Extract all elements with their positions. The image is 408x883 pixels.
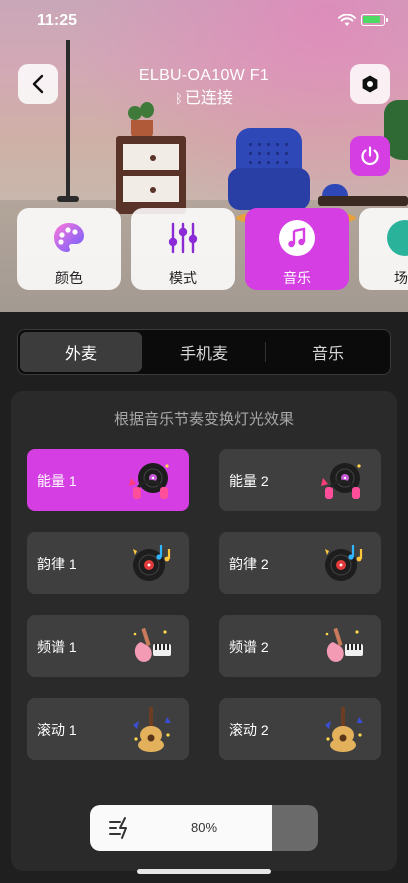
cabinet [116, 136, 186, 214]
hexagon-settings-icon [362, 75, 378, 93]
effect-label: 频谱 1 [37, 639, 77, 655]
ukulele-icon [133, 707, 171, 752]
floor-lamp [66, 40, 70, 200]
guitar-keyboard-icon [325, 628, 363, 662]
scene-icon [387, 220, 408, 256]
effect-label: 能量 2 [229, 473, 269, 489]
vinyl-notes-icon [133, 545, 171, 581]
vinyl-headphones-icon [321, 463, 361, 499]
effect-label: 频谱 2 [229, 639, 269, 655]
home-indicator[interactable] [137, 869, 271, 874]
vinyl-notes-icon [325, 545, 363, 581]
guitar-keyboard-icon [133, 628, 171, 662]
effects-description: 根据音乐节奏变换灯光效果 [113, 411, 294, 428]
wifi-icon [338, 14, 356, 26]
tab-color[interactable]: 颜色 [17, 208, 121, 290]
battery-icon [361, 14, 388, 26]
bluetooth-icon: ᛒ [175, 91, 183, 106]
power-button[interactable] [350, 136, 390, 176]
armchair-seat [228, 168, 310, 210]
power-icon [361, 146, 379, 166]
cabinet-drawer [121, 142, 181, 172]
effect-energy-1[interactable]: 能量 1 [27, 449, 189, 511]
tab-phone-mic[interactable]: 手机麦 [143, 332, 265, 372]
mic-source-tabs: 外麦 手机麦 音乐 [17, 329, 391, 375]
device-name: ELBU-OA10W F1 [138, 67, 270, 84]
effect-rhythm-2[interactable]: 韵律 2 [219, 532, 381, 594]
tab-scene-label: 场 [394, 270, 408, 286]
battery-level [363, 16, 380, 23]
effect-label: 能量 1 [37, 473, 77, 489]
connection-status: ᛒ 已连接 [0, 84, 408, 108]
side-table [318, 196, 408, 206]
tab-color-label: 颜色 [55, 270, 83, 286]
connection-status-label: 已连接 [184, 90, 233, 107]
tab-external-mic[interactable]: 外麦 [20, 332, 142, 372]
settings-button[interactable] [350, 64, 390, 104]
floor-lamp-base [57, 196, 79, 202]
effect-label: 滚动 2 [229, 722, 269, 738]
battery-nub [386, 18, 388, 22]
cabinet-drawer [121, 174, 181, 204]
effect-label: 韵律 1 [37, 556, 77, 572]
palette-icon [51, 220, 87, 256]
brightness-value: 80% [190, 820, 218, 835]
effect-label: 韵律 2 [229, 556, 269, 572]
drawer-knob [150, 155, 156, 161]
status-time: 11:25 [37, 12, 78, 29]
tab-music-source[interactable]: 音乐 [267, 332, 389, 372]
effect-scroll-2[interactable]: 滚动 2 [219, 698, 381, 760]
drawer-knob [150, 187, 156, 193]
effect-rhythm-1[interactable]: 韵律 1 [27, 532, 189, 594]
music-note-icon [279, 220, 315, 256]
status-bar: 11:25 [0, 0, 408, 44]
tab-scene[interactable]: 场 [359, 208, 408, 290]
effect-energy-2[interactable]: 能量 2 [219, 449, 381, 511]
sliders-icon [165, 220, 201, 256]
tab-mode[interactable]: 模式 [131, 208, 235, 290]
ukulele-icon [325, 707, 363, 752]
effect-label: 滚动 1 [37, 722, 77, 738]
tab-mode-label: 模式 [169, 270, 197, 286]
vinyl-headphones-icon [129, 463, 169, 499]
tab-music-label: 音乐 [283, 270, 311, 286]
effect-scroll-1[interactable]: 滚动 1 [27, 698, 189, 760]
effect-spectrum-1[interactable]: 频谱 1 [27, 615, 189, 677]
effect-spectrum-2[interactable]: 频谱 2 [219, 615, 381, 677]
tab-music[interactable]: 音乐 [245, 208, 349, 290]
tab-divider [265, 342, 266, 362]
brightness-slider[interactable]: 80% [90, 805, 318, 851]
